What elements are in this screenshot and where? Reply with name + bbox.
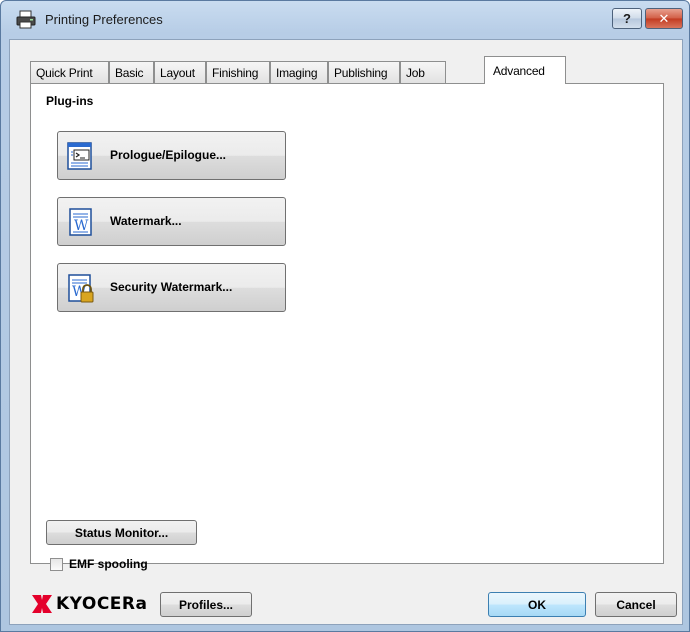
watermark-icon: W <box>69 208 92 236</box>
profiles-button[interactable]: Profiles... <box>160 592 252 617</box>
prologue-icon <box>67 142 92 170</box>
tab-job[interactable]: Job <box>400 61 446 83</box>
tab-publishing[interactable]: Publishing <box>328 61 400 83</box>
emf-spooling-checkbox[interactable] <box>50 557 63 571</box>
ok-button[interactable]: OK <box>488 592 586 617</box>
emf-spooling-label[interactable]: EMF spooling <box>69 557 148 571</box>
window-title: Printing Preferences <box>45 12 163 27</box>
watermark-button[interactable]: W Watermark... <box>57 197 286 246</box>
tab-advanced[interactable]: Advanced <box>484 56 566 84</box>
tab-imaging[interactable]: Imaging <box>270 61 328 83</box>
tab-finishing[interactable]: Finishing <box>206 61 270 83</box>
advanced-tab-panel: Plug-ins Prologue/Epilogue... W Watermar… <box>30 83 664 571</box>
status-monitor-button[interactable]: Status Monitor... <box>46 520 197 545</box>
emf-spooling-row: EMF spooling <box>50 557 148 571</box>
close-button[interactable]: ✕ <box>645 8 683 29</box>
plugins-group-label: Plug-ins <box>46 94 94 108</box>
cancel-button[interactable]: Cancel <box>595 592 677 617</box>
tab-layout[interactable]: Layout <box>154 61 206 83</box>
kyocera-logo: KYOCERa <box>32 594 147 614</box>
tab-strip: Quick Print Basic Layout Finishing Imagi… <box>10 55 684 84</box>
tab-quick-print[interactable]: Quick Print <box>30 61 109 83</box>
security-watermark-button[interactable]: W Security Watermark... <box>57 263 286 312</box>
help-button[interactable]: ? <box>612 8 642 29</box>
prologue-epilogue-button[interactable]: Prologue/Epilogue... <box>57 131 286 180</box>
security-watermark-label: Security Watermark... <box>110 280 233 294</box>
watermark-label: Watermark... <box>110 214 182 228</box>
printing-preferences-window: Printing Preferences ? ✕ Quick Print Bas… <box>0 0 690 632</box>
brand-name: KYOCERa <box>56 594 148 614</box>
prologue-epilogue-label: Prologue/Epilogue... <box>110 148 227 162</box>
printer-icon <box>16 10 36 29</box>
title-bar[interactable]: Printing Preferences ? ✕ <box>1 1 689 39</box>
security-watermark-icon: W <box>68 274 94 303</box>
dialog-client: Quick Print Basic Layout Finishing Imagi… <box>9 39 683 625</box>
tab-basic[interactable]: Basic <box>109 61 154 83</box>
kyocera-logo-icon <box>32 595 52 613</box>
